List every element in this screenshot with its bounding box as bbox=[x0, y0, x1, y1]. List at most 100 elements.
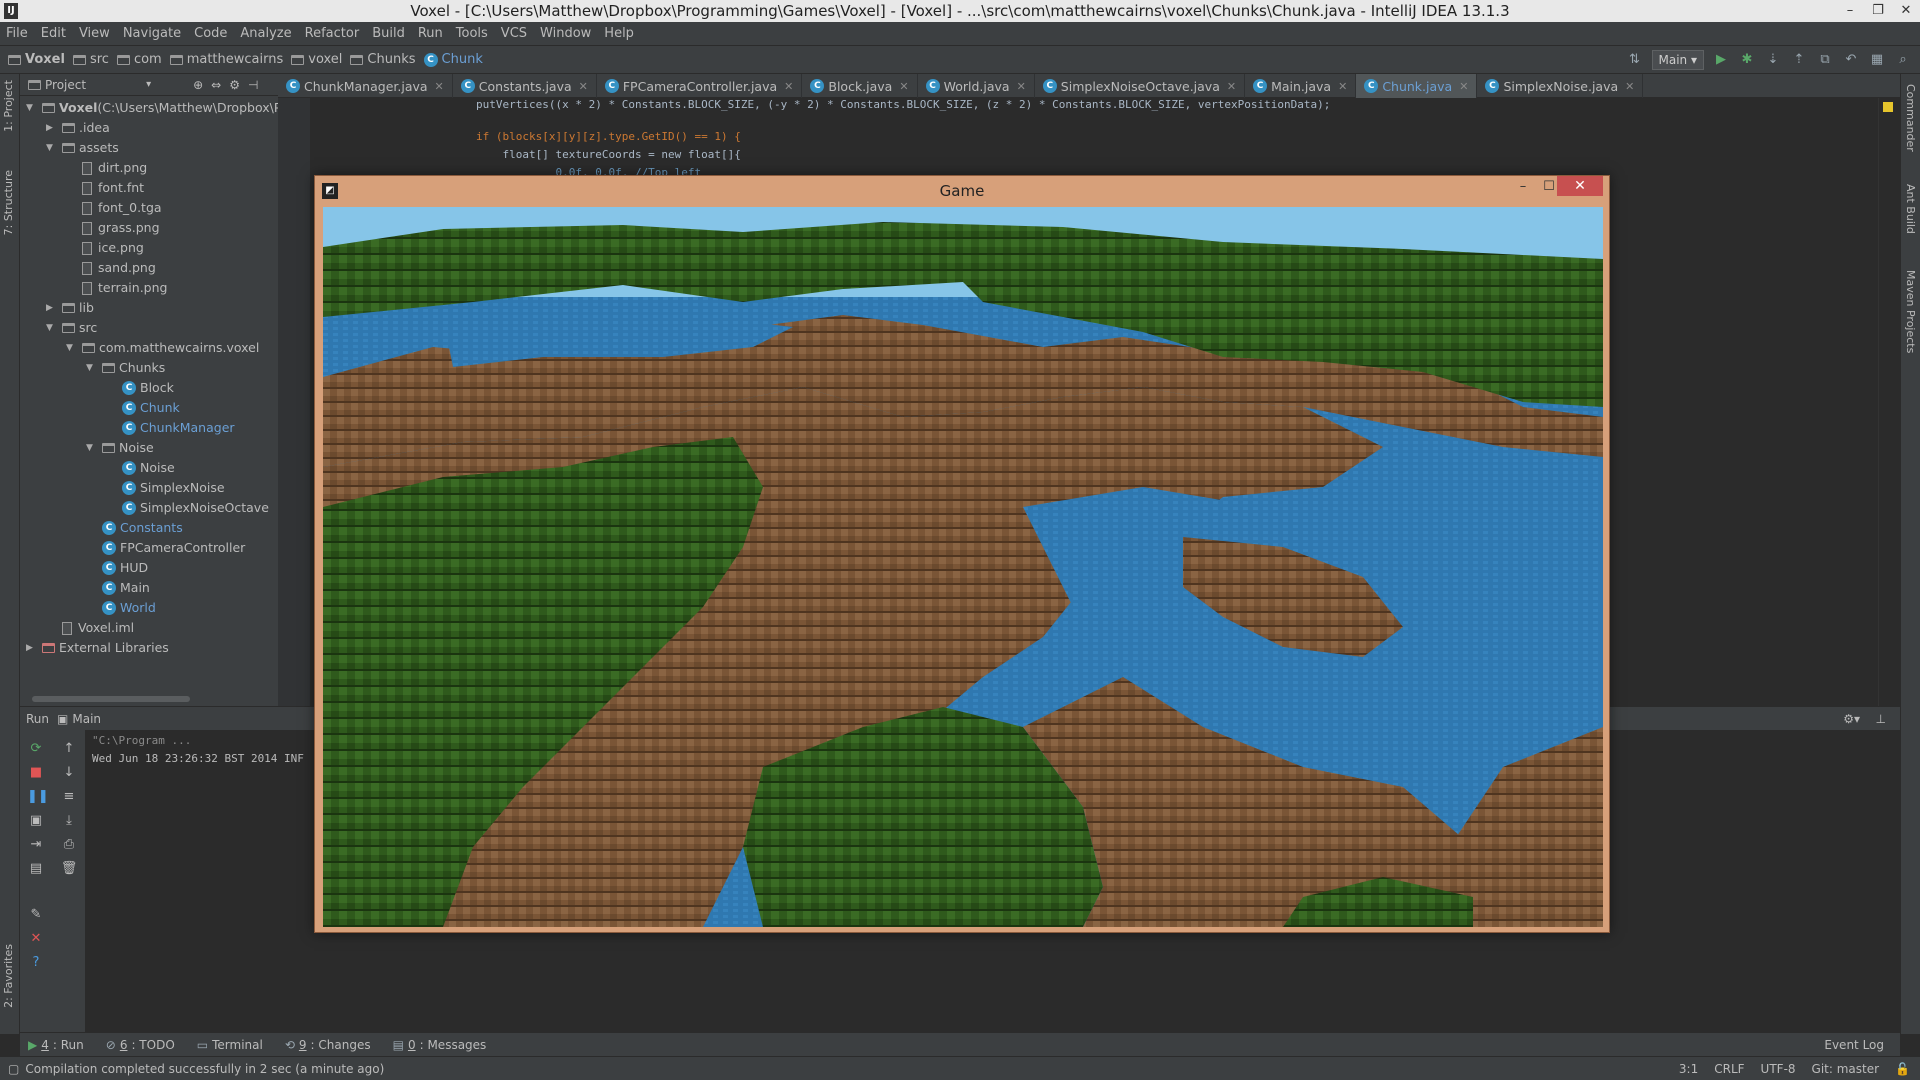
chevron-down-icon[interactable]: ▾ bbox=[146, 79, 151, 90]
expand-right-icon[interactable]: ▶ bbox=[46, 298, 58, 318]
revert-icon[interactable]: ↶ bbox=[1842, 51, 1860, 69]
tree-item-font-fnt[interactable]: font.fnt bbox=[66, 178, 144, 198]
code-line-3[interactable]: if (blocks[x][y][z].type.GetID() == 1) { bbox=[476, 130, 741, 143]
event-log-button[interactable]: Event Log bbox=[1824, 1038, 1884, 1052]
tree-item-external-libraries[interactable]: ▶ External Libraries bbox=[26, 638, 169, 658]
menu-tools[interactable]: Tools bbox=[456, 26, 488, 41]
close-button[interactable]: ✕ bbox=[1557, 176, 1603, 196]
print-icon[interactable]: ⎙ bbox=[60, 836, 78, 854]
scroll-end-icon[interactable]: ⤓ bbox=[60, 812, 78, 830]
tree-item-hud[interactable]: C HUD bbox=[86, 558, 148, 578]
close-tab-icon[interactable]: ✕ bbox=[579, 80, 588, 93]
menu-help[interactable]: Help bbox=[604, 26, 634, 41]
menu-build[interactable]: Build bbox=[372, 26, 405, 41]
line-separator[interactable]: CRLF bbox=[1714, 1062, 1744, 1076]
breadcrumb-com[interactable]: com bbox=[116, 52, 162, 67]
expand-right-icon[interactable]: ▶ bbox=[46, 118, 58, 138]
tree-item-terrain-png[interactable]: terrain.png bbox=[66, 278, 167, 298]
tab-favorites[interactable]: 2: Favorites bbox=[2, 944, 15, 1008]
editor-tab-chunkmanager-java[interactable]: C ChunkManager.java ✕ bbox=[278, 74, 453, 98]
vcs-branch[interactable]: Git: master bbox=[1812, 1062, 1880, 1076]
close-tab-icon[interactable]: ✕ bbox=[1459, 80, 1468, 93]
debug-icon[interactable]: ✱ bbox=[1738, 51, 1756, 69]
tab-commander[interactable]: Commander bbox=[1904, 84, 1917, 152]
close-tab-icon[interactable]: ✕ bbox=[899, 80, 908, 93]
editor-tab-simplexnoise-java[interactable]: C SimplexNoise.java ✕ bbox=[1477, 74, 1644, 98]
layout-icon[interactable]: ▤ bbox=[27, 860, 45, 878]
expand-down-icon[interactable]: ▼ bbox=[26, 98, 38, 118]
tool-tab-todo[interactable]: ⊘ 6: TODO bbox=[106, 1038, 175, 1052]
hide-icon[interactable]: ⊣ bbox=[248, 78, 258, 92]
tool-tab-terminal[interactable]: ▭ Terminal bbox=[197, 1038, 263, 1052]
exit-icon[interactable]: ⇥ bbox=[27, 836, 45, 854]
breadcrumb-voxel-package[interactable]: voxel bbox=[291, 52, 342, 67]
editor-tab-constants-java[interactable]: C Constants.java ✕ bbox=[453, 74, 597, 98]
breadcrumb-voxel[interactable]: Voxel bbox=[8, 52, 65, 67]
close-tab-icon[interactable]: ✕ bbox=[784, 80, 793, 93]
editor-tab-fpcameracontroller-java[interactable]: C FPCameraController.java ✕ bbox=[597, 74, 803, 98]
close-tab-icon[interactable]: ✕ bbox=[1017, 80, 1026, 93]
tab-maven-projects[interactable]: Maven Projects bbox=[1904, 270, 1917, 353]
sync-icon[interactable]: ⊕ bbox=[193, 78, 203, 92]
tree-item-world[interactable]: C World bbox=[86, 598, 156, 618]
menu-navigate[interactable]: Navigate bbox=[123, 26, 181, 41]
pin-icon[interactable]: ✎ bbox=[27, 906, 45, 924]
close-icon[interactable]: ✕ bbox=[27, 930, 45, 948]
dump-threads-icon[interactable]: ▣ bbox=[27, 812, 45, 830]
lock-icon[interactable]: 🔓 bbox=[1895, 1062, 1910, 1076]
menu-view[interactable]: View bbox=[79, 26, 110, 41]
gear-icon[interactable]: ⚙ bbox=[229, 78, 240, 92]
editor-tab-main-java[interactable]: C Main.java ✕ bbox=[1245, 74, 1357, 98]
tree-item-constants[interactable]: C Constants bbox=[86, 518, 183, 538]
tool-tab-run[interactable]: ▶ 4: Run bbox=[28, 1038, 84, 1052]
tree-item-lib[interactable]: ▶ lib bbox=[46, 298, 94, 318]
tool-tab-changes[interactable]: ⟲ 9: Changes bbox=[285, 1038, 371, 1052]
build-icon[interactable]: ⇅ bbox=[1626, 51, 1644, 69]
search-icon[interactable]: ⌕ bbox=[1894, 51, 1912, 69]
tree-item-ice-png[interactable]: ice.png bbox=[66, 238, 144, 258]
menu-window[interactable]: Window bbox=[540, 26, 591, 41]
tree-item-dirt-png[interactable]: dirt.png bbox=[66, 158, 147, 178]
collapse-icon[interactable]: ⇔ bbox=[211, 78, 221, 92]
rerun-icon[interactable]: ⟳ bbox=[27, 740, 45, 758]
breadcrumb-chunk[interactable]: C Chunk bbox=[423, 52, 483, 67]
tree-item-voxel-iml[interactable]: Voxel.iml bbox=[46, 618, 134, 638]
editor-scrollbar[interactable] bbox=[1878, 98, 1900, 706]
trash-icon[interactable]: 🗑 bbox=[60, 860, 78, 878]
tool-tab-messages[interactable]: ▤ 0: Messages bbox=[393, 1038, 487, 1052]
pause-icon[interactable]: ❚❚ bbox=[27, 788, 49, 806]
help-icon[interactable]: ? bbox=[27, 954, 45, 972]
restore-button[interactable]: ❐ bbox=[1864, 0, 1892, 22]
wrap-icon[interactable]: ≡ bbox=[60, 788, 78, 806]
tree-item-main[interactable]: C Main bbox=[86, 578, 150, 598]
hide-icon[interactable]: ⊥ bbox=[1876, 712, 1886, 726]
tree-item-assets[interactable]: ▼ assets bbox=[46, 138, 119, 158]
tab-ant-build[interactable]: Ant Build bbox=[1904, 184, 1917, 234]
tree-item-src[interactable]: ▼ src bbox=[46, 318, 97, 338]
project-hscrollbar[interactable] bbox=[32, 696, 190, 702]
project-structure-icon[interactable]: ▦ bbox=[1868, 51, 1886, 69]
tab-structure[interactable]: 7: Structure bbox=[2, 170, 15, 235]
tab-project[interactable]: 1: Project bbox=[2, 80, 15, 132]
expand-down-icon[interactable]: ▼ bbox=[46, 318, 58, 338]
tree-item-simplexnoiseoctave[interactable]: C SimplexNoiseOctave bbox=[106, 498, 269, 518]
vcs-commit-icon[interactable]: ⇡ bbox=[1790, 51, 1808, 69]
menu-vcs[interactable]: VCS bbox=[501, 26, 527, 41]
editor-tab-world-java[interactable]: C World.java ✕ bbox=[918, 74, 1035, 98]
tree-item-simplexnoise[interactable]: C SimplexNoise bbox=[106, 478, 225, 498]
game-viewport[interactable] bbox=[323, 207, 1603, 927]
code-line-4[interactable]: float[] textureCoords = new float[]{ bbox=[476, 148, 740, 161]
run-tab-main[interactable]: Main bbox=[72, 712, 101, 726]
up-arrow-icon[interactable]: ↑ bbox=[60, 740, 78, 758]
close-tab-icon[interactable]: ✕ bbox=[435, 80, 444, 93]
tree-item-fpcameracontroller[interactable]: C FPCameraController bbox=[86, 538, 245, 558]
status-icon[interactable]: ▢ bbox=[8, 1062, 19, 1076]
close-button[interactable]: ✕ bbox=[1892, 0, 1920, 22]
stop-icon[interactable]: ■ bbox=[27, 764, 45, 782]
tree-item-chunkmanager[interactable]: C ChunkManager bbox=[106, 418, 235, 438]
editor-tab-block-java[interactable]: C Block.java ✕ bbox=[802, 74, 918, 98]
expand-down-icon[interactable]: ▼ bbox=[86, 358, 98, 378]
breadcrumb-src[interactable]: src bbox=[72, 52, 109, 67]
game-window[interactable]: ◩ Game – ☐ ✕ bbox=[314, 175, 1610, 933]
menu-refactor[interactable]: Refactor bbox=[305, 26, 360, 41]
